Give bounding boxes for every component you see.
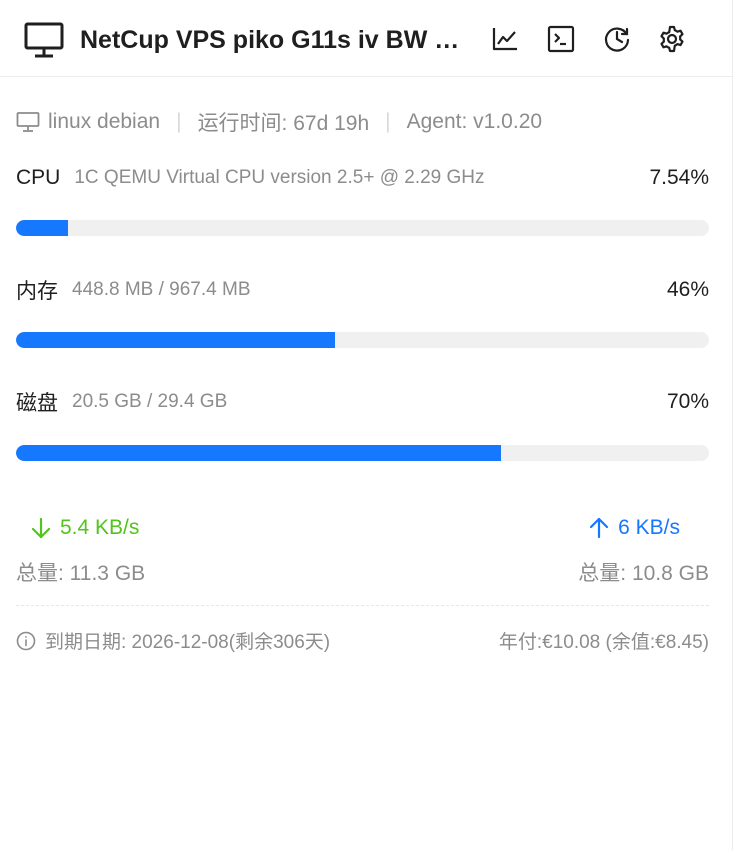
memory-row: 内存 448.8 MB / 967.4 MB 46% xyxy=(16,275,709,305)
cpu-percent: 7.54% xyxy=(649,166,709,189)
memory-progress-bar xyxy=(16,332,709,348)
disk-percent: 70% xyxy=(666,390,709,413)
disk-progress-bar xyxy=(16,445,709,461)
clock-history-icon xyxy=(604,27,630,52)
upload-total: 总量: 10.8 GB xyxy=(578,562,709,585)
separator: | xyxy=(176,110,182,133)
system-info: linux debian | 运行时间: 67d 19h | Agent: v1… xyxy=(16,107,542,137)
cpu-label: CPU xyxy=(16,166,61,189)
memory-progress-fill xyxy=(16,332,335,348)
info-icon xyxy=(16,631,36,650)
terminal-button[interactable] xyxy=(546,24,576,54)
disk-label: 磁盘 xyxy=(16,392,58,415)
server-title: NetCup VPS piko G11s iv BW Pro xyxy=(80,26,472,54)
card-header: NetCup VPS piko G11s iv BW Pro xyxy=(0,0,732,77)
desktop-icon xyxy=(16,112,40,132)
expiry-info: 到期日期: 2026-12-08(剩余306天) xyxy=(16,627,330,654)
separator: | xyxy=(385,110,391,133)
chart-button[interactable] xyxy=(490,24,520,54)
gear-icon xyxy=(660,25,684,53)
os-name: linux debian xyxy=(48,110,161,133)
cpu-progress-bar xyxy=(16,220,709,236)
agent-version: Agent: v1.0.20 xyxy=(406,110,543,133)
arrow-down-icon xyxy=(31,517,51,539)
cpu-row: CPU 1C QEMU Virtual CPU version 2.5+ @ 2… xyxy=(16,163,709,193)
disk-row: 磁盘 20.5 GB / 29.4 GB 70% xyxy=(16,387,709,417)
disk-progress-fill xyxy=(16,445,502,461)
memory-percent: 46% xyxy=(666,278,709,301)
settings-button[interactable] xyxy=(657,24,687,54)
history-button[interactable] xyxy=(602,24,632,54)
cpu-detail: 1C QEMU Virtual CPU version 2.5+ @ 2.29 … xyxy=(74,167,485,188)
divider xyxy=(16,605,709,606)
terminal-icon xyxy=(547,25,575,53)
billing-info: 年付:€10.08 (余值:€8.45) xyxy=(498,632,709,653)
disk-detail: 20.5 GB / 29.4 GB xyxy=(72,391,228,412)
download-speed: 5.4 KB/s xyxy=(30,516,139,540)
memory-detail: 448.8 MB / 967.4 MB xyxy=(72,279,251,300)
expiry-date: 到期日期: 2026-12-08(剩余306天) xyxy=(45,632,331,653)
monitor-icon xyxy=(24,21,64,59)
upload-speed: 6 KB/s xyxy=(588,516,680,540)
cpu-progress-fill xyxy=(16,220,69,236)
server-card: NetCup VPS piko G11s iv BW Pro linux deb… xyxy=(0,0,733,850)
memory-label: 内存 xyxy=(16,280,58,303)
download-total: 总量: 11.3 GB xyxy=(16,562,146,585)
arrow-up-icon xyxy=(590,517,609,539)
line-chart-icon xyxy=(492,28,517,51)
upload-speed-value: 6 KB/s xyxy=(618,516,680,539)
download-speed-value: 5.4 KB/s xyxy=(60,516,140,539)
uptime: 运行时间: 67d 19h xyxy=(197,112,370,135)
